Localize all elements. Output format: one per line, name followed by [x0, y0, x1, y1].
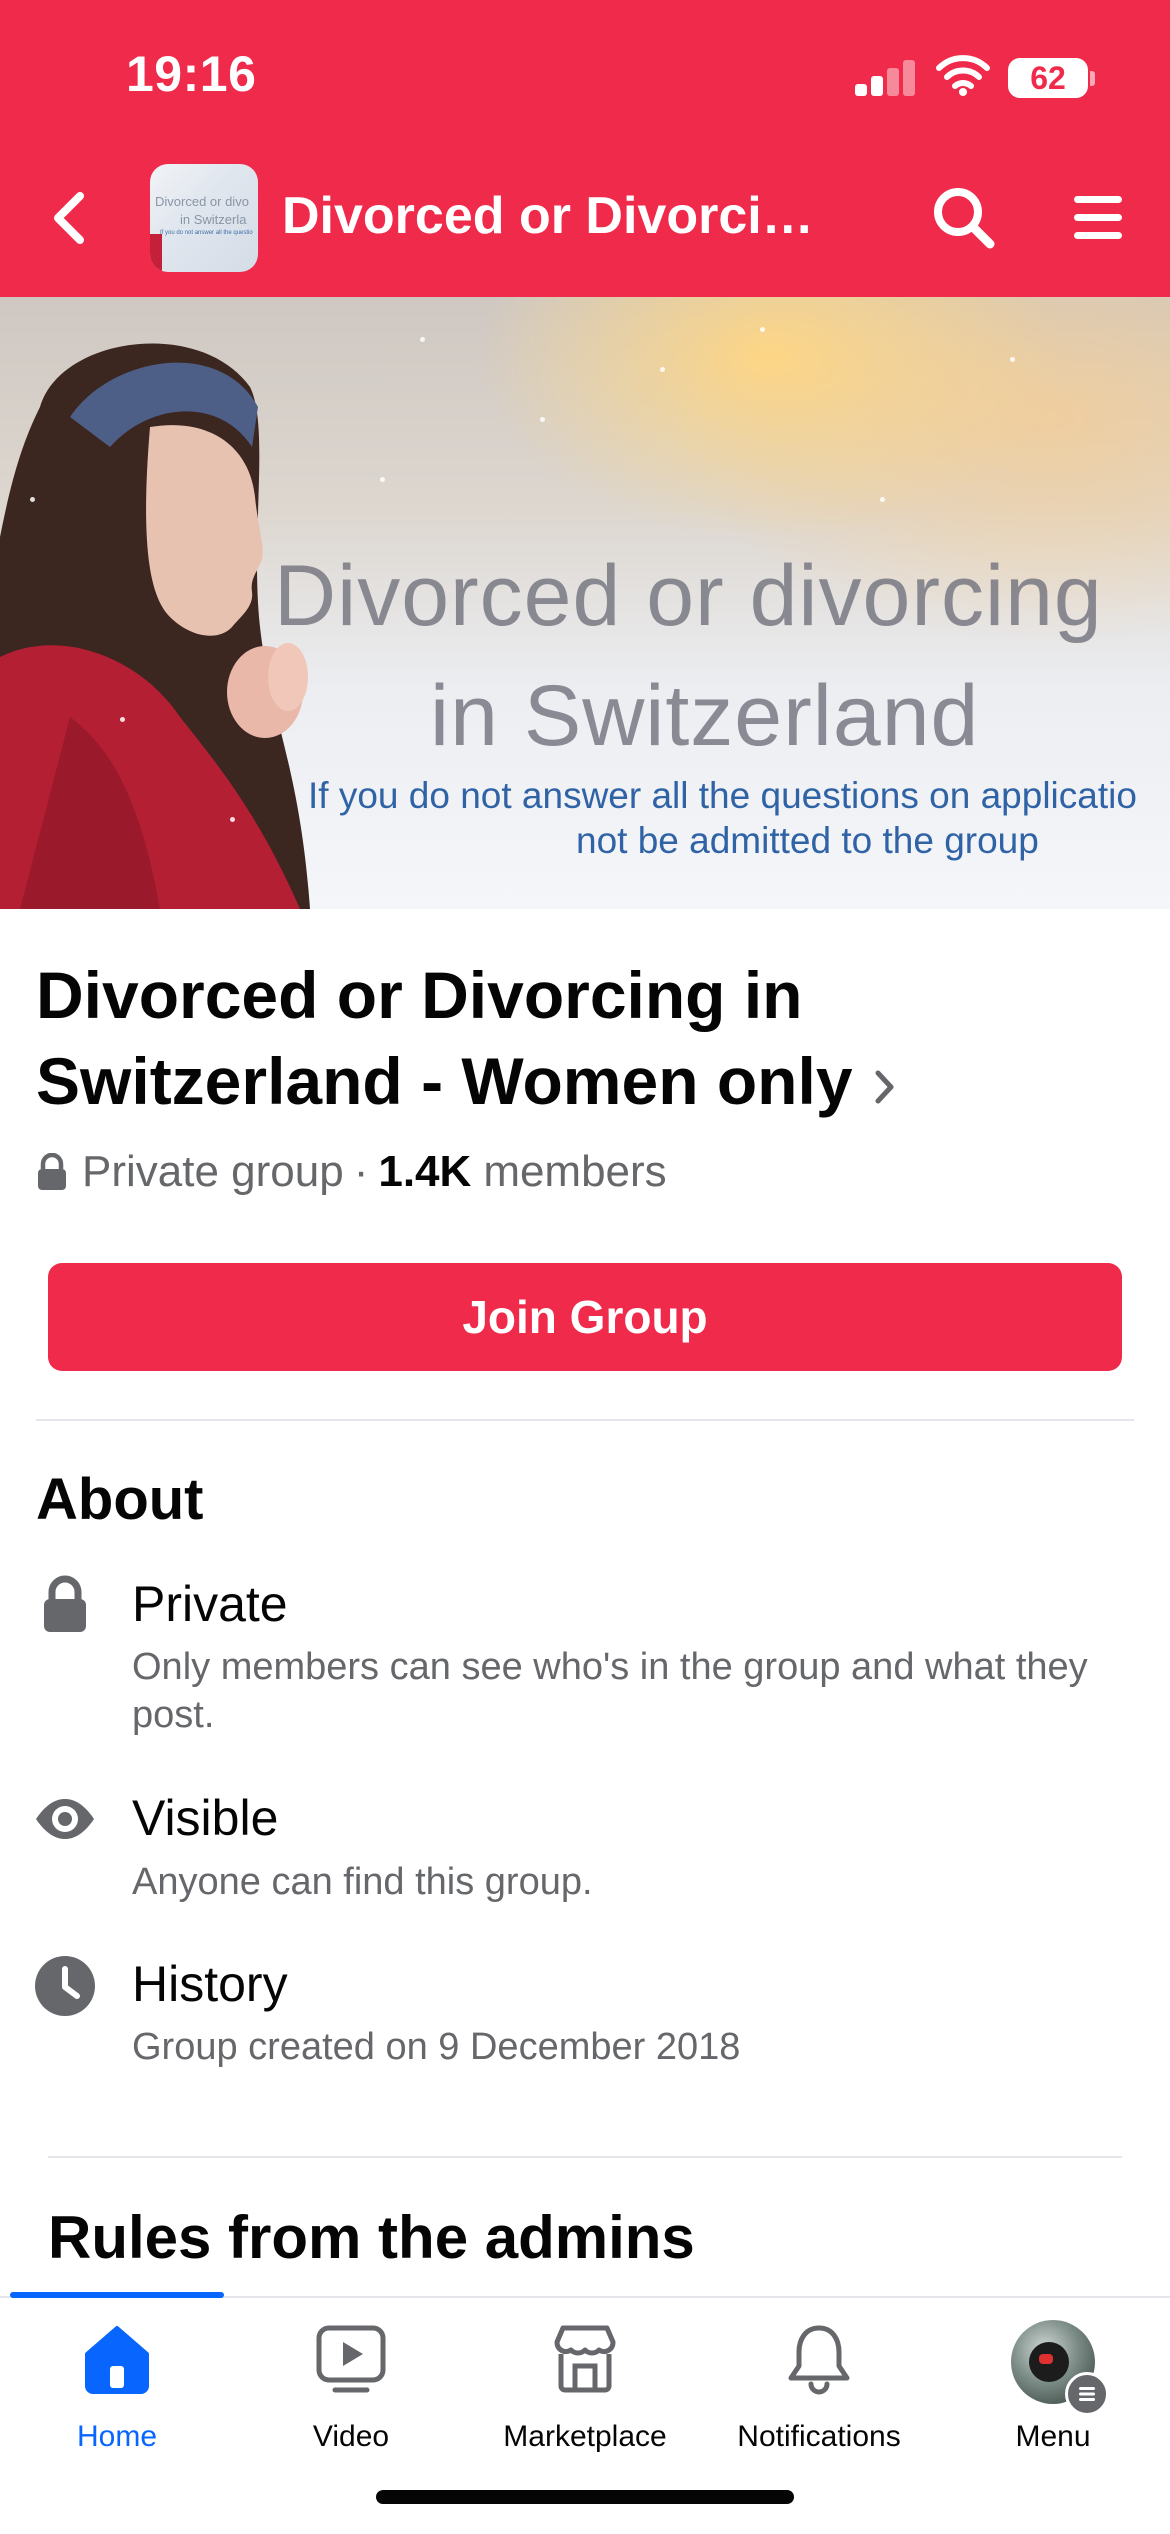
privacy-label: Private group: [82, 1147, 344, 1196]
cover-title-line-2: in Switzerland: [430, 668, 980, 764]
cellular-signal-icon: [855, 58, 915, 96]
member-count[interactable]: 1.4K: [378, 1147, 471, 1197]
snowflake: [660, 367, 665, 372]
meta-separator: ·: [353, 1147, 369, 1196]
bell-icon: [788, 2325, 850, 2395]
nav-video-label: Video: [312, 2420, 390, 2453]
divider: [36, 1419, 1134, 1421]
battery-tip: [1090, 71, 1095, 86]
about-private-title: Private: [132, 1576, 288, 1632]
divider: [48, 2156, 1122, 2158]
group-name-text: Divorced or Divorcing in Switzerland - W…: [36, 958, 853, 1118]
nav-home-label: Home: [76, 2420, 158, 2453]
snowflake: [540, 417, 545, 422]
snowflake: [760, 327, 765, 332]
about-history-title: History: [132, 1956, 288, 2012]
chevron-right-icon: [875, 1070, 894, 1104]
snowflake: [380, 477, 385, 482]
thumbnail-text-2: in Switzerla: [180, 212, 247, 227]
lock-icon: [44, 1575, 86, 1632]
nav-notifications-label: Notifications: [737, 2420, 901, 2453]
avatar-accent: [1039, 2354, 1053, 2364]
home-indicator: [376, 2490, 794, 2504]
group-name[interactable]: Divorced or Divorcing in Switzerland - W…: [36, 952, 1036, 1124]
cover-note-line-1: If you do not answer all the questions o…: [308, 775, 1137, 816]
status-time: 19:16: [126, 46, 257, 102]
members-label: members: [483, 1147, 667, 1196]
nav-marketplace[interactable]: Marketplace: [468, 2320, 702, 2460]
about-heading: About: [36, 1467, 204, 1532]
rules-heading: Rules from the admins: [48, 2204, 695, 2271]
about-visible-title: Visible: [132, 1790, 279, 1846]
menu-icon[interactable]: [1072, 192, 1124, 244]
nav-video[interactable]: Video: [234, 2320, 468, 2460]
thumbnail-figure: [150, 234, 162, 272]
avatar: [1011, 2320, 1109, 2416]
video-icon: [316, 2325, 386, 2393]
snowflake: [230, 817, 235, 822]
cover-woman-figure: [0, 343, 310, 909]
nav-notifications[interactable]: Notifications: [702, 2320, 936, 2460]
join-group-button[interactable]: Join Group: [48, 1263, 1122, 1371]
group-meta: Private group · 1.4K members: [36, 1147, 667, 1197]
about-private-description: Only members can see who's in the group …: [132, 1646, 1088, 1736]
clock-icon: [35, 1956, 95, 2016]
nav-marketplace-label: Marketplace: [503, 2420, 667, 2453]
nav-home[interactable]: Home: [0, 2320, 234, 2460]
cover-title-line-1: Divorced or divorcing: [274, 548, 1103, 644]
about-history-description: Group created on 9 December 2018: [132, 2026, 741, 2068]
eye-icon: [36, 1799, 94, 1839]
group-thumbnail[interactable]: Divorced or divo in Switzerla If you do …: [150, 164, 258, 272]
cover-note-line-2: not be admitted to the group: [576, 820, 1039, 861]
home-icon: [85, 2326, 149, 2394]
snowflake: [120, 717, 125, 722]
header-title[interactable]: Divorced or Divorcing...: [282, 186, 842, 246]
search-icon[interactable]: [930, 184, 998, 252]
snowflake: [880, 497, 885, 502]
thumbnail-text-1: Divorced or divo: [155, 194, 249, 209]
cover-photo[interactable]: Divorced or divorcing in Switzerland If …: [0, 297, 1170, 909]
menu-badge-icon: [1065, 2372, 1109, 2416]
back-icon[interactable]: [48, 190, 92, 246]
snowflake: [30, 497, 35, 502]
snowflake: [1010, 357, 1015, 362]
wifi-icon: [936, 55, 990, 96]
battery-indicator: 62: [1008, 58, 1088, 98]
thumbnail-text-3: If you do not answer all the questio: [160, 230, 253, 236]
about-visible-description: Anyone can find this group.: [132, 1861, 593, 1903]
snowflake: [420, 337, 425, 342]
lock-small-icon: [38, 1153, 66, 1190]
marketplace-icon: [554, 2325, 616, 2393]
active-tab-indicator: [10, 2292, 224, 2298]
nav-menu[interactable]: Menu: [936, 2320, 1170, 2460]
nav-menu-label: Menu: [1015, 2420, 1091, 2453]
